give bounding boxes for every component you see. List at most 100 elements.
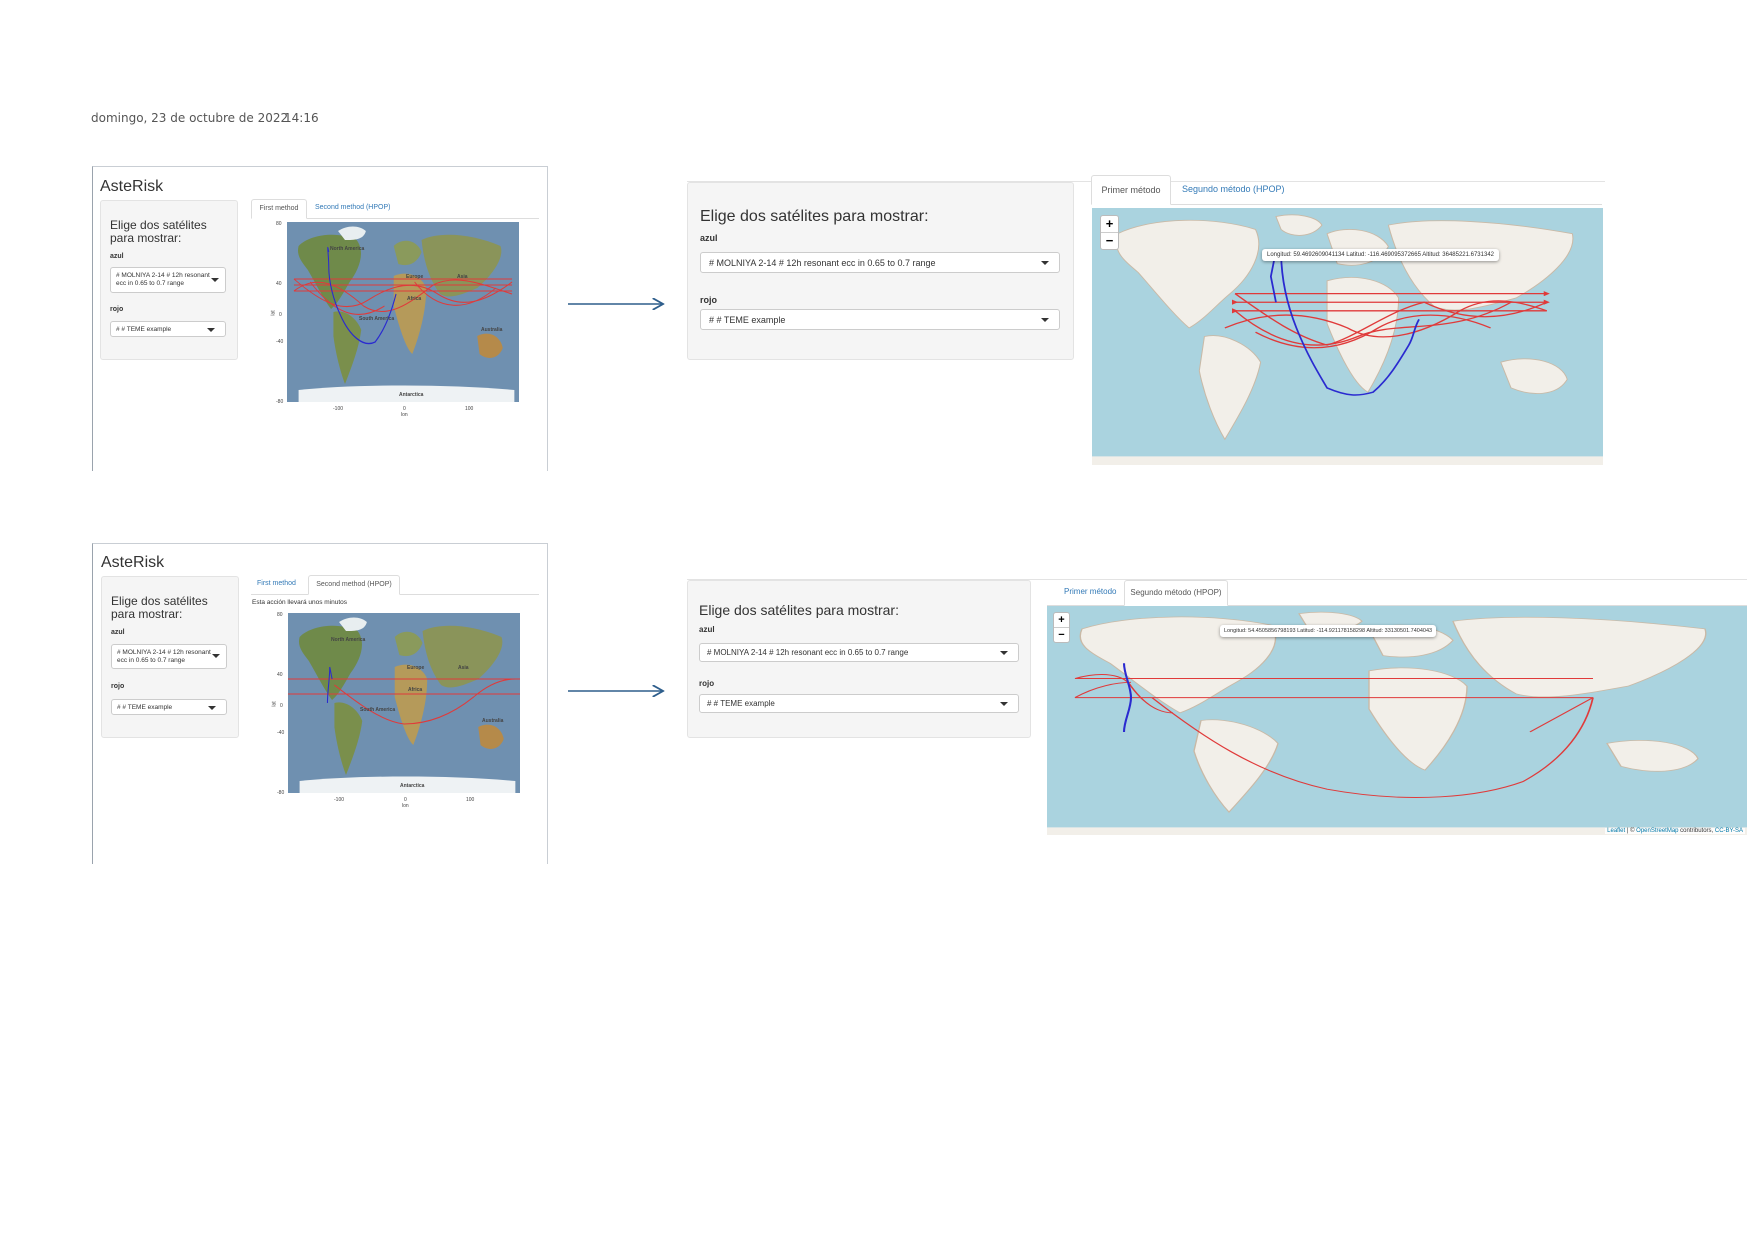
leaflet-map[interactable]: + − Longitud: 54.4505856798193 Latitud: … bbox=[1047, 606, 1747, 835]
screenshot-first-method: AsteRisk Elige dos satélites para mostra… bbox=[92, 166, 548, 471]
rojo-select[interactable]: # # TEME example bbox=[111, 699, 227, 715]
app-title: AsteRisk bbox=[101, 554, 165, 571]
tab-second-method[interactable]: Second method (HPOP) bbox=[315, 199, 390, 217]
azul-label: azul bbox=[700, 233, 718, 243]
azul-select[interactable]: # MOLNIYA 2-14 # 12h resonant ecc in 0.6… bbox=[110, 267, 226, 293]
map-label-south-america: South America bbox=[359, 316, 395, 322]
y-axis-label: lat bbox=[270, 310, 277, 316]
position-tooltip: Longitud: 54.4505856798193 Latitud: -114… bbox=[1220, 625, 1437, 637]
chevron-down-icon bbox=[212, 654, 220, 658]
tab-bar: Primer método Segundo método (HPOP) bbox=[1047, 580, 1747, 606]
zoom-out-button[interactable]: − bbox=[1101, 233, 1118, 249]
rojo-label: rojo bbox=[700, 295, 717, 305]
rojo-label: rojo bbox=[699, 679, 715, 688]
tab-primer-metodo[interactable]: Primer método bbox=[1091, 175, 1171, 205]
map-label-antarctica: Antarctica bbox=[400, 783, 425, 789]
license-link[interactable]: CC-BY-SA bbox=[1715, 828, 1743, 834]
satellite-world-map[interactable]: North America South America Europe Afric… bbox=[288, 613, 520, 793]
sidebar-panel: Elige dos satélites para mostrar: azul #… bbox=[687, 580, 1031, 738]
zoom-control: + − bbox=[1053, 612, 1070, 643]
attribution-contributors: contributors, bbox=[1678, 828, 1715, 834]
chevron-down-icon bbox=[1041, 261, 1049, 265]
map-label-europe: Europe bbox=[406, 274, 424, 280]
satellite-world-map[interactable]: North America South America Europe Afric… bbox=[287, 222, 519, 402]
zoom-in-button[interactable]: + bbox=[1054, 613, 1069, 628]
arrow-right-icon bbox=[568, 296, 666, 312]
y-tick: 80 bbox=[277, 612, 283, 618]
tab-first-method[interactable]: First method bbox=[257, 575, 296, 593]
sidebar-panel: Elige dos satélites para mostrar: azul #… bbox=[101, 576, 239, 738]
sidebar-panel: Elige dos satélites para mostrar: azul #… bbox=[687, 182, 1074, 360]
azul-label: azul bbox=[110, 253, 124, 260]
note-date: domingo, 23 de octubre de 2022 bbox=[91, 111, 289, 125]
chevron-down-icon bbox=[211, 278, 219, 282]
chevron-down-icon bbox=[1000, 651, 1008, 655]
panel-title: Elige dos satélites para mostrar: bbox=[700, 208, 929, 225]
zoom-in-button[interactable]: + bbox=[1101, 216, 1118, 233]
azul-select[interactable]: # MOLNIYA 2-14 # 12h resonant ecc in 0.6… bbox=[699, 643, 1019, 662]
y-tick: 40 bbox=[277, 672, 283, 678]
panel-title: Elige dos satélites para mostrar: bbox=[699, 602, 899, 618]
tab-bar: Primer método Segundo método (HPOP) bbox=[1091, 175, 1602, 205]
rojo-select-value: # # TEME example bbox=[116, 326, 172, 333]
azul-select-value: # MOLNIYA 2-14 # 12h resonant ecc in 0.6… bbox=[116, 272, 210, 288]
y-tick: -40 bbox=[276, 339, 284, 345]
tab-first-method[interactable]: First method bbox=[251, 199, 307, 219]
tab-bar: First method Second method (HPOP) bbox=[251, 575, 539, 595]
rojo-label: rojo bbox=[110, 306, 124, 313]
panel-title: Elige dos satélites para mostrar: bbox=[111, 594, 208, 622]
y-tick: -80 bbox=[276, 399, 284, 405]
rojo-select[interactable]: # # TEME example bbox=[700, 309, 1060, 330]
y-tick: -80 bbox=[277, 790, 285, 796]
map-label-europe: Europe bbox=[407, 665, 425, 671]
screenshot-primer-metodo: Elige dos satélites para mostrar: azul #… bbox=[687, 175, 1605, 468]
map-label-asia: Asia bbox=[458, 665, 469, 671]
tab-second-method[interactable]: Second method (HPOP) bbox=[308, 575, 400, 595]
y-tick: 0 bbox=[279, 312, 282, 318]
rojo-select-value: # # TEME example bbox=[707, 699, 775, 708]
y-tick: 0 bbox=[280, 703, 283, 709]
map-attribution: Leaflet | © OpenStreetMap contributors, … bbox=[1605, 828, 1745, 834]
rojo-select-value: # # TEME example bbox=[117, 704, 173, 711]
chevron-down-icon bbox=[1041, 318, 1049, 322]
x-tick: 100 bbox=[466, 797, 475, 803]
x-axis-label: lon bbox=[401, 412, 408, 418]
leaflet-link[interactable]: Leaflet bbox=[1607, 828, 1625, 834]
attribution-separator: | © bbox=[1625, 828, 1637, 834]
chevron-down-icon bbox=[207, 328, 215, 332]
map-label-north-america: North America bbox=[330, 246, 365, 252]
map-label-north-america: North America bbox=[331, 637, 366, 643]
map-label-asia: Asia bbox=[457, 274, 468, 280]
zoom-out-button[interactable]: − bbox=[1054, 628, 1069, 642]
x-axis-label: lon bbox=[402, 803, 409, 809]
tab-segundo-metodo[interactable]: Segundo método (HPOP) bbox=[1124, 580, 1228, 606]
tab-bar: First method Second method (HPOP) bbox=[251, 199, 539, 219]
rojo-select[interactable]: # # TEME example bbox=[699, 694, 1019, 713]
x-tick: 100 bbox=[465, 406, 474, 412]
rojo-label: rojo bbox=[111, 683, 125, 690]
x-tick: -100 bbox=[334, 797, 345, 803]
osm-link[interactable]: OpenStreetMap bbox=[1636, 828, 1678, 834]
tab-primer-metodo[interactable]: Primer método bbox=[1064, 580, 1116, 604]
loading-note: Esta acción llevará unos minutos bbox=[252, 599, 348, 606]
note-time: 14:16 bbox=[284, 111, 319, 125]
screenshot-segundo-metodo: Elige dos satélites para mostrar: azul #… bbox=[687, 576, 1750, 836]
map-label-africa: Africa bbox=[408, 687, 423, 693]
azul-select-value: # MOLNIYA 2-14 # 12h resonant ecc in 0.6… bbox=[709, 258, 936, 268]
y-tick: 80 bbox=[276, 221, 282, 227]
map-label-africa: Africa bbox=[407, 296, 422, 302]
y-axis-label: lat bbox=[271, 701, 278, 707]
leaflet-map[interactable]: + − Longitud: 59.4692609041134 Latitud: … bbox=[1092, 208, 1603, 465]
map-label-antarctica: Antarctica bbox=[399, 392, 424, 398]
azul-select[interactable]: # MOLNIYA 2-14 # 12h resonant ecc in 0.6… bbox=[111, 644, 227, 669]
azul-label: azul bbox=[699, 625, 715, 634]
position-tooltip: Longitud: 59.4692609041134 Latitud: -116… bbox=[1262, 249, 1499, 261]
app-title: AsteRisk bbox=[100, 178, 164, 195]
arrow-right-icon bbox=[568, 683, 666, 699]
panel-title: Elige dos satélites para mostrar: bbox=[110, 218, 207, 246]
rojo-select[interactable]: # # TEME example bbox=[110, 321, 226, 337]
zoom-control: + − bbox=[1100, 215, 1119, 250]
sidebar-panel: Elige dos satélites para mostrar: azul #… bbox=[100, 200, 238, 360]
azul-select[interactable]: # MOLNIYA 2-14 # 12h resonant ecc in 0.6… bbox=[700, 252, 1060, 273]
tab-segundo-metodo[interactable]: Segundo método (HPOP) bbox=[1182, 175, 1285, 203]
